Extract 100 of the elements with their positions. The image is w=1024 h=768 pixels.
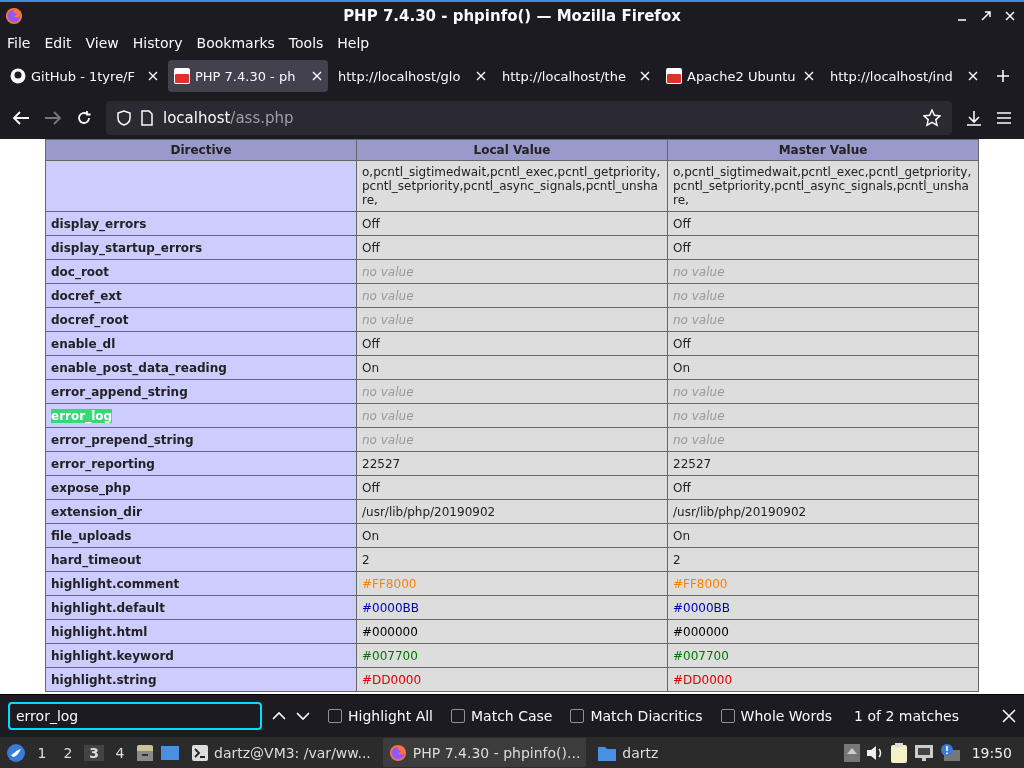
checkbox[interactable] <box>451 709 465 723</box>
directive-cell: docref_ext <box>45 283 357 308</box>
desktop-icon[interactable] <box>160 744 180 761</box>
value-cell: no value <box>667 283 979 308</box>
menu-item[interactable]: Tools <box>283 34 329 51</box>
url-text: localhost/ass.php <box>163 109 294 127</box>
value-cell: Off <box>667 475 979 500</box>
close-icon[interactable] <box>640 71 650 81</box>
start-menu-icon[interactable] <box>6 742 26 763</box>
maximize-icon[interactable] <box>980 10 992 22</box>
menu-item[interactable]: View <box>80 34 124 51</box>
file-cabinet-icon[interactable] <box>136 743 154 762</box>
address-bar[interactable]: localhost/ass.php <box>106 101 952 135</box>
close-icon[interactable] <box>804 71 814 81</box>
directive-cell: doc_root <box>45 259 357 284</box>
browser-tab[interactable]: GitHub - 1tyre/F <box>4 60 164 92</box>
taskbar-button[interactable]: dartz@VM3: /var/ww... <box>186 738 377 767</box>
directive-cell: display_startup_errors <box>45 235 357 260</box>
github-icon <box>10 68 26 84</box>
column-header: Local Value <box>356 139 668 161</box>
alert-icon[interactable] <box>939 743 960 762</box>
column-header: Directive <box>45 139 357 161</box>
previous-icon[interactable] <box>272 711 286 721</box>
close-icon[interactable] <box>968 71 978 81</box>
value-cell: no value <box>667 403 979 428</box>
menu-item[interactable]: File <box>2 34 36 51</box>
directive-cell: file_uploads <box>45 523 357 548</box>
checkbox[interactable] <box>328 709 342 723</box>
directive-cell: error_reporting <box>45 451 357 476</box>
directive-cell: error_prepend_string <box>45 427 357 452</box>
value-cell: #0000BB <box>667 595 979 620</box>
value-cell: 22527 <box>356 451 668 476</box>
taskbar-button[interactable]: PHP 7.4.30 - phpinfo()... <box>382 738 587 767</box>
value-cell: no value <box>667 259 979 284</box>
close-icon[interactable] <box>312 71 322 81</box>
window-title: PHP 7.4.30 - phpinfo() — Mozilla Firefox <box>343 7 681 25</box>
menu-item[interactable]: Help <box>332 34 375 51</box>
option-label[interactable]: Highlight All <box>348 708 433 724</box>
browser-tab[interactable]: http://localhost/glo <box>332 60 492 92</box>
close-icon[interactable] <box>1002 709 1016 723</box>
volume-icon[interactable] <box>865 744 884 761</box>
new-tab-icon[interactable] <box>996 69 1010 83</box>
value-cell: Off <box>356 331 668 356</box>
menu-item[interactable]: History <box>127 34 188 51</box>
value-cell: #FF8000 <box>667 571 979 596</box>
value-cell: #000000 <box>667 619 979 644</box>
forward-icon[interactable] <box>44 110 62 126</box>
value-cell: Off <box>356 475 668 500</box>
browser-tab[interactable]: http://localhost/the <box>496 60 656 92</box>
menu-item[interactable]: Edit <box>39 34 77 51</box>
close-icon[interactable] <box>1004 10 1016 22</box>
star-icon[interactable] <box>923 109 941 127</box>
directive-cell: enable_post_data_reading <box>45 355 357 380</box>
value-cell: Off <box>667 211 979 236</box>
next-icon[interactable] <box>296 711 310 721</box>
close-icon[interactable] <box>476 71 486 81</box>
shield-icon <box>117 110 131 126</box>
taskbar-button[interactable]: dartz <box>592 738 665 767</box>
value-cell: On <box>667 523 979 548</box>
option-label[interactable]: Match Diacritics <box>590 708 703 724</box>
directive-cell: highlight.keyword <box>45 643 357 668</box>
browser-tab[interactable]: Apache2 Ubuntu <box>660 60 820 92</box>
close-icon[interactable] <box>148 71 158 81</box>
value-cell: no value <box>356 307 668 332</box>
value-cell: On <box>667 355 979 380</box>
checkbox[interactable] <box>720 709 735 723</box>
menu-item[interactable]: Bookmarks <box>191 34 280 51</box>
value-cell: Off <box>667 235 979 260</box>
match-count: 1 of 2 matches <box>854 708 960 724</box>
value-cell: no value <box>356 403 668 428</box>
network-icon[interactable] <box>913 743 934 762</box>
workspace-button[interactable]: 4 <box>110 744 130 761</box>
directive-cell: hard_timeout <box>45 547 357 572</box>
directive-cell: extension_dir <box>45 499 357 524</box>
clipboard-icon[interactable] <box>889 742 908 763</box>
browser-tab[interactable]: http://localhost/ind <box>824 60 984 92</box>
reload-icon[interactable] <box>76 110 92 126</box>
workspace-button[interactable]: 1 <box>32 744 52 761</box>
value-cell: 2 <box>356 547 668 572</box>
option-label[interactable]: Match Case <box>471 708 553 724</box>
download-icon[interactable] <box>966 110 982 126</box>
tv-icon <box>666 68 682 84</box>
option-label[interactable]: Whole Words <box>740 708 833 724</box>
browser-tab[interactable]: PHP 7.4.30 - ph <box>168 60 328 92</box>
firefox-icon <box>388 743 407 762</box>
eject-icon[interactable] <box>843 743 860 762</box>
directive-cell: error_log <box>45 403 357 428</box>
menu-icon[interactable] <box>996 111 1012 125</box>
checkbox[interactable] <box>570 709 585 723</box>
value-cell: #0000BB <box>356 595 668 620</box>
workspace-button[interactable]: 2 <box>58 744 78 761</box>
value-cell: On <box>356 523 668 548</box>
back-icon[interactable] <box>12 110 30 126</box>
value-cell: #DD0000 <box>667 667 979 692</box>
directive-cell: highlight.default <box>45 595 357 620</box>
page-icon <box>141 110 153 126</box>
directive-cell: docref_root <box>45 307 357 332</box>
workspace-button[interactable]: 3 <box>84 744 104 761</box>
firefox-logo <box>5 7 23 25</box>
find-field[interactable]: error_log <box>8 702 262 730</box>
